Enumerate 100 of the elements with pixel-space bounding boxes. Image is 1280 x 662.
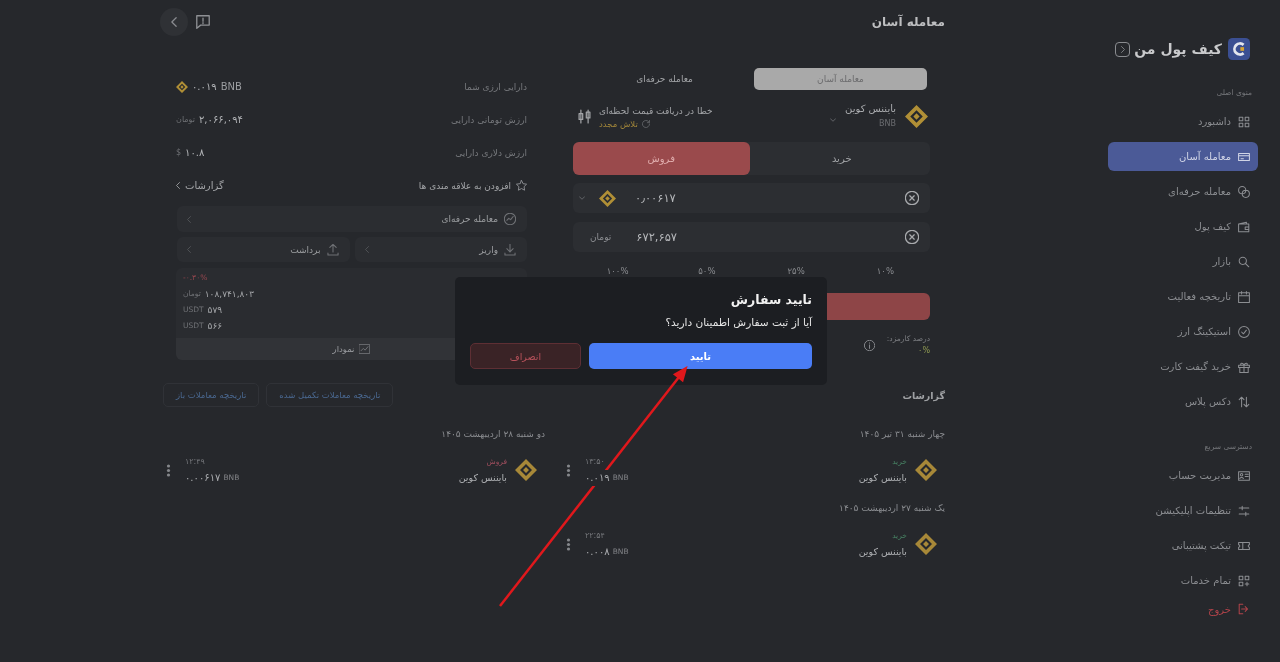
time-label: ۱۲:۴۹ (185, 456, 205, 468)
time-label: ۱۳:۵۰ (585, 456, 605, 468)
sidebar-item[interactable]: مدیریت حساب (1108, 461, 1258, 490)
ticket-icon (1238, 539, 1250, 552)
chevron-left-icon (176, 182, 180, 189)
chevron-left-icon (364, 246, 369, 253)
sidebar-item[interactable]: داشبورد (1108, 107, 1258, 136)
unit-label: BNB (220, 81, 242, 92)
message-alert-icon[interactable] (196, 15, 210, 29)
sidebar-item[interactable]: خروج (1108, 601, 1258, 617)
coin-name: بایننس کوین (858, 545, 907, 559)
percent-button[interactable]: ۱۰% (840, 265, 930, 277)
sidebar-item[interactable]: کیف پول (1108, 212, 1258, 241)
price-value: ۱۰۸,۷۴۱,۸۰۳ (204, 288, 254, 301)
fee-value: ۰% (918, 345, 930, 357)
diamond-icon (515, 459, 537, 481)
sidebar-item[interactable]: معامله حرفه‌ای (1108, 177, 1258, 206)
gift-icon (1238, 360, 1250, 373)
upload-icon (326, 243, 339, 256)
action-button[interactable]: واریز (354, 237, 527, 262)
coin-name: بایننس کوین (458, 471, 507, 485)
download-icon (504, 243, 516, 256)
sidebar-item[interactable]: تمام خدمات (1108, 566, 1258, 595)
time-label: ۲۲:۵۴ (585, 530, 605, 542)
cancel-button[interactable]: انصراف (470, 343, 581, 369)
card-icon (1238, 150, 1250, 163)
percent-button[interactable]: ۱۰۰% (573, 265, 663, 277)
amount-value: ۰.۰۱۹ (585, 470, 610, 486)
section-title: گزارشات (902, 389, 945, 401)
history-button[interactable]: تاریخچه معاملات باز (163, 383, 260, 407)
diamond-icon (599, 189, 616, 207)
vertical-dots-icon[interactable] (166, 463, 171, 477)
diamond-icon (905, 104, 928, 128)
date-heading: یک شنبه ۲۷ اردیبهشت ۱۴۰۵ (838, 502, 945, 515)
asset-label: دارایی ارزی شما (464, 81, 527, 92)
date-heading: چهار شنبه ۳۱ تیر ۱۴۰۵ (858, 428, 945, 441)
clear-icon[interactable] (905, 230, 919, 244)
toman-field[interactable]: ۶۷۲,۶۵۷ تومان (573, 222, 930, 252)
clear-icon[interactable] (905, 191, 919, 205)
asset-label: ارزش دلاری دارایی (455, 147, 527, 158)
sidebar-item[interactable]: تاریخچه فعالیت (1108, 282, 1258, 311)
collapse-button[interactable] (1115, 41, 1130, 57)
page-title: معامله آسان (871, 15, 945, 29)
price-value: ۵۷۹ (207, 304, 223, 317)
chevron-left-icon (171, 17, 177, 27)
logo-text: کیف پول من (1134, 41, 1222, 57)
asset-value: ۲,۰۶۶,۰۹۴ (198, 114, 243, 125)
price-value: ۵۶۶ (207, 320, 223, 333)
wallet-icon (1238, 220, 1250, 233)
sidebar-item[interactable]: بازار (1108, 247, 1258, 276)
dialog-message: آیا از ثبت سفارش اطمینان دارید؟ (664, 315, 812, 330)
asset-value: ۱۰.۸ (185, 147, 205, 158)
side-tab[interactable]: فروش (573, 142, 750, 175)
reports-link[interactable]: گزارشات (176, 180, 224, 191)
sidebar-item[interactable]: تنظیمات اپلیکیشن (1108, 496, 1258, 525)
confirm-button[interactable]: تایید (589, 343, 812, 369)
back-button[interactable] (160, 8, 188, 36)
asset-value: ۰.۰۱۹ (192, 81, 217, 92)
chevron-left-icon (187, 246, 191, 253)
vertical-dots-icon[interactable] (566, 463, 571, 477)
unit-label: $ (176, 148, 182, 157)
chevron-right-icon (1120, 45, 1125, 53)
logout-icon (1238, 603, 1250, 615)
retry-button[interactable]: تلاش مجدد (599, 119, 650, 129)
chevron-left-icon (187, 215, 191, 223)
info-icon[interactable] (863, 339, 875, 351)
sidebar-item[interactable]: استیکینگ ارز (1108, 317, 1258, 346)
mode-tab[interactable]: معامله آسان (754, 68, 927, 90)
error-message: خطا در دریافت قیمت لحظه‌ای (599, 105, 713, 118)
amount-field[interactable]: ۰٫۰۰۶۱۷ (573, 183, 930, 213)
history-button[interactable]: تاریخچه معاملات تکمیل شده (266, 383, 394, 407)
magnifier-icon (1238, 255, 1250, 268)
logo-icon (1228, 38, 1250, 60)
asset-label: ارزش تومانی دارایی (451, 114, 527, 125)
candlestick-icon[interactable] (578, 108, 591, 124)
unit-label: تومان (176, 115, 195, 124)
chevron-down-icon (579, 196, 585, 200)
favorite-button[interactable]: افزودن به علاقه مندی ها (418, 180, 527, 191)
sidebar-item[interactable]: معامله آسان (1108, 142, 1258, 171)
grid-plus-icon (1238, 574, 1250, 587)
dialog-title: تایید سفارش (729, 291, 812, 309)
up-down-arrows-icon (1238, 395, 1250, 408)
diamond-icon (915, 459, 937, 481)
refresh-icon (641, 120, 650, 128)
vertical-dots-icon[interactable] (566, 537, 571, 551)
percent-button[interactable]: ۵۰% (662, 265, 752, 277)
percent-button[interactable]: ۲۵% (751, 265, 841, 277)
action-button[interactable]: برداشت (177, 237, 350, 262)
sidebar-item[interactable]: دکس پلاس (1108, 387, 1258, 416)
sliders-icon (1238, 504, 1250, 517)
chevron-down-icon (830, 118, 837, 122)
diamond-icon (176, 80, 188, 93)
action-button[interactable]: معامله حرفه‌ای (177, 206, 527, 232)
calendar-icon (1238, 290, 1250, 303)
unit-label: تومان (590, 232, 612, 242)
diamond-icon (915, 533, 937, 555)
mode-tab[interactable]: معامله حرفه‌ای (578, 68, 751, 90)
sidebar-item[interactable]: تیکت پشتیبانی (1108, 531, 1258, 560)
sidebar-item[interactable]: خرید گیفت کارت (1108, 352, 1258, 381)
grid-icon (1238, 115, 1250, 128)
